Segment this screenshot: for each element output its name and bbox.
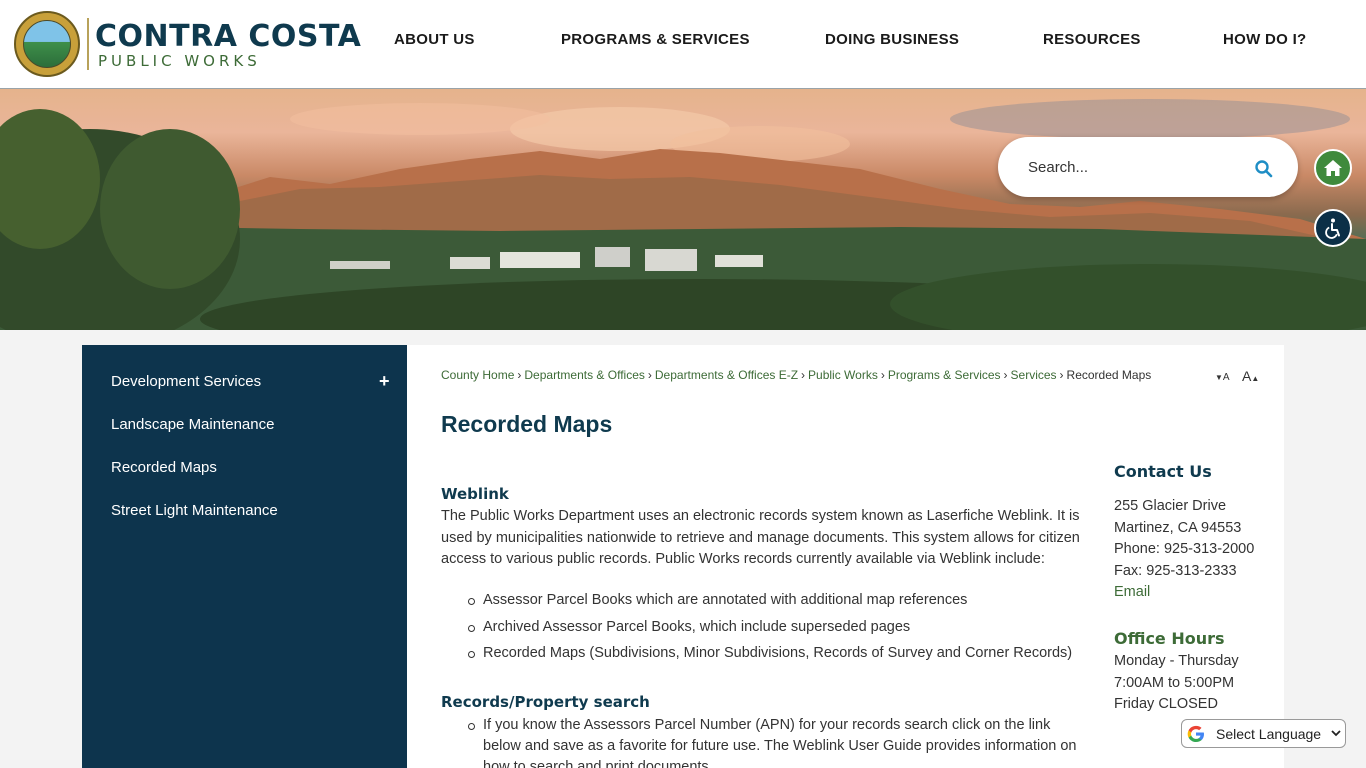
weblink-heading: Weblink: [441, 485, 509, 503]
sidebar-item-street-light-maintenance[interactable]: Street Light Maintenance: [111, 502, 278, 519]
hero-banner: [0, 89, 1366, 330]
seal-inner: [23, 20, 71, 68]
google-icon: [1187, 725, 1204, 742]
list-item: If you know the Assessors Parcel Number …: [464, 715, 1084, 768]
breadcrumb-separator: ›: [801, 368, 806, 382]
list-item: Archived Assessor Parcel Books, which in…: [464, 617, 1084, 638]
records-search-heading: Records/Property search: [441, 693, 650, 711]
nav-how-do-i[interactable]: HOW DO I?: [1223, 31, 1307, 48]
search-box: [998, 137, 1298, 197]
site-header: CONTRA COSTA PUBLIC WORKS ABOUT US PROGR…: [0, 0, 1366, 89]
breadcrumb-departments-offices[interactable]: Departments & Offices: [524, 368, 645, 382]
main-content: County Home › Departments & Offices › Depart…: [407, 345, 1284, 768]
breadcrumb-current: Recorded Maps: [1066, 368, 1152, 382]
breadcrumb-programs-services[interactable]: Programs & Services: [888, 368, 1001, 382]
contact-phone: Phone: 925-313-2000: [1114, 541, 1255, 557]
weblink-list: Assessor Parcel Books which are annotate…: [464, 590, 1084, 670]
increase-font-label: A: [1242, 368, 1252, 384]
sidebar-item-recorded-maps[interactable]: Recorded Maps: [111, 459, 217, 476]
list-item: Assessor Parcel Books which are annotate…: [464, 590, 1084, 611]
breadcrumb-county-home[interactable]: County Home: [441, 368, 514, 382]
nav-programs-services[interactable]: PROGRAMS & SERVICES: [561, 31, 750, 48]
language-select[interactable]: Select Language: [1181, 719, 1346, 748]
list-item: Recorded Maps (Subdivisions, Minor Subdi…: [464, 643, 1084, 664]
breadcrumb-separator: ›: [1003, 368, 1008, 382]
contact-address-line2: Martinez, CA 94553: [1114, 520, 1242, 536]
expand-development-services-button[interactable]: +: [379, 371, 390, 392]
records-search-list: If you know the Assessors Parcel Number …: [464, 715, 1084, 768]
logo-divider: [87, 18, 89, 70]
sidebar-nav: Development Services + Landscape Mainten…: [82, 345, 407, 768]
weblink-intro: The Public Works Department uses an elec…: [441, 508, 1080, 567]
increase-font-button[interactable]: A▲: [1242, 368, 1259, 384]
breadcrumb-separator: ›: [880, 368, 885, 382]
language-select-label: Select Language: [1216, 726, 1322, 742]
office-hours-line3: Friday CLOSED: [1114, 696, 1218, 712]
sidebar-item-landscape-maintenance[interactable]: Landscape Maintenance: [111, 416, 274, 433]
contact-heading: Contact Us: [1114, 462, 1212, 481]
nav-about-us[interactable]: ABOUT US: [394, 31, 475, 48]
contact-fax: Fax: 925-313-2333: [1114, 563, 1237, 579]
sidebar-item-development-services[interactable]: Development Services: [111, 373, 261, 390]
accessibility-icon: [1325, 218, 1340, 239]
chevron-down-icon: [1331, 730, 1341, 737]
decrease-font-label: A: [1222, 372, 1230, 383]
page-title: Recorded Maps: [441, 411, 613, 437]
decrease-font-button[interactable]: ▼A: [1215, 368, 1230, 383]
hero-landscape: [0, 99, 1366, 330]
office-hours-line2: 7:00AM to 5:00PM: [1114, 675, 1235, 691]
office-hours-line1: Monday - Thursday: [1114, 653, 1239, 669]
breadcrumb-separator: ›: [517, 368, 522, 382]
caret-down-icon: ▼: [1215, 373, 1223, 382]
breadcrumb-public-works[interactable]: Public Works: [808, 368, 878, 382]
nav-resources[interactable]: RESOURCES: [1043, 31, 1141, 48]
brand-title[interactable]: CONTRA COSTA: [95, 19, 361, 54]
office-hours-heading: Office Hours: [1114, 629, 1225, 648]
search-icon: [1255, 160, 1273, 178]
home-icon: [1324, 160, 1342, 176]
breadcrumb-separator: ›: [1059, 368, 1064, 382]
accessibility-button[interactable]: [1314, 209, 1352, 247]
breadcrumb-separator: ›: [647, 368, 652, 382]
caret-up-icon: ▲: [1251, 374, 1260, 383]
contact-address-line1: 255 Glacier Drive: [1114, 498, 1227, 514]
breadcrumb: County Home › Departments & Offices › Depart…: [441, 368, 1151, 382]
county-seal-logo[interactable]: [14, 11, 80, 77]
home-button[interactable]: [1314, 149, 1352, 187]
search-input[interactable]: [1028, 155, 1228, 179]
contact-email-link[interactable]: Email: [1114, 584, 1150, 600]
breadcrumb-services[interactable]: Services: [1011, 368, 1057, 382]
breadcrumb-departments-offices-e-z[interactable]: Departments & Offices E-Z: [655, 368, 798, 382]
search-button[interactable]: [1252, 157, 1276, 181]
nav-doing-business[interactable]: DOING BUSINESS: [825, 31, 959, 48]
brand-subtitle[interactable]: PUBLIC WORKS: [98, 52, 261, 70]
